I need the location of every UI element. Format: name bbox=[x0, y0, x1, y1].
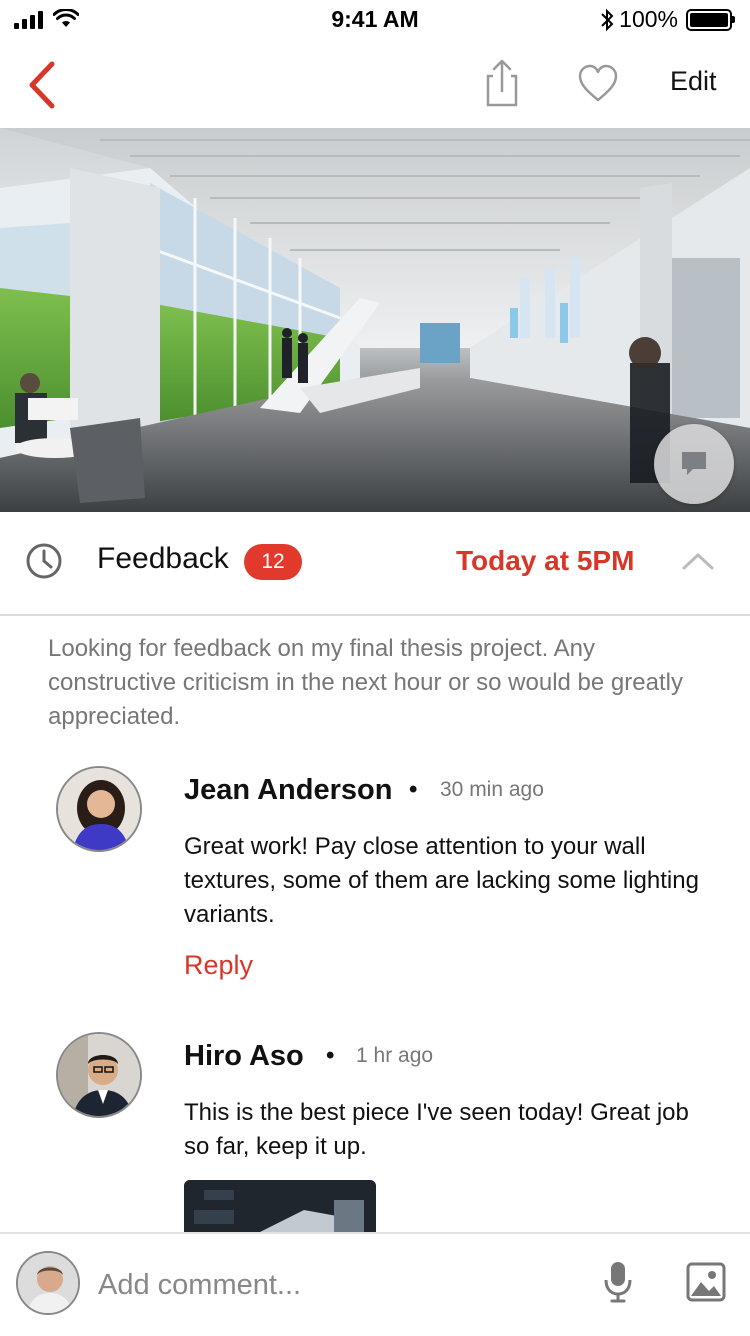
status-bar: 9:41 AM 100% bbox=[0, 0, 750, 40]
person-avatar-image bbox=[58, 768, 140, 850]
comment-attachment-image[interactable] bbox=[184, 1180, 376, 1240]
chevron-up-icon[interactable] bbox=[682, 552, 714, 570]
comment-text: Great work! Pay close attention to your … bbox=[184, 833, 699, 928]
image-icon[interactable] bbox=[686, 1262, 726, 1302]
comment-fab-button[interactable] bbox=[654, 424, 734, 504]
add-comment-input[interactable] bbox=[96, 1262, 570, 1308]
feedback-deadline: Today at 5PM bbox=[456, 545, 635, 576]
favorite-heart-button[interactable] bbox=[576, 62, 620, 106]
feedback-header[interactable]: Feedback 12 Today at 5PM bbox=[0, 512, 750, 616]
navigation-bar: Edit bbox=[0, 40, 750, 128]
comment-time: 1 hr ago bbox=[356, 1044, 434, 1067]
comment-composer bbox=[0, 1232, 750, 1336]
speech-bubble-icon bbox=[682, 452, 706, 475]
comment-author[interactable]: Hiro Aso bbox=[184, 1040, 304, 1073]
battery-icon bbox=[686, 8, 735, 31]
interior-render-illustration bbox=[0, 128, 750, 512]
status-right: 100% bbox=[599, 6, 735, 33]
comment-author[interactable]: Jean Anderson bbox=[184, 774, 392, 807]
current-user-avatar[interactable] bbox=[16, 1251, 80, 1315]
person-avatar-image bbox=[58, 1034, 140, 1116]
comment-time: 30 min ago bbox=[440, 778, 544, 801]
feedback-count-badge: 12 bbox=[244, 544, 302, 580]
microphone-icon[interactable] bbox=[604, 1260, 632, 1304]
battery-percentage: 100% bbox=[619, 6, 678, 32]
feedback-title: Feedback bbox=[97, 542, 229, 575]
share-button[interactable] bbox=[480, 58, 524, 108]
comment-text: This is the best piece I've seen today! … bbox=[184, 1099, 689, 1160]
person-avatar-image bbox=[18, 1253, 78, 1313]
back-button[interactable] bbox=[22, 60, 62, 110]
bluetooth-icon bbox=[601, 8, 614, 31]
edit-button[interactable]: Edit bbox=[670, 66, 717, 97]
separator-dot: • bbox=[409, 776, 418, 803]
avatar[interactable] bbox=[56, 1032, 142, 1118]
project-description: Looking for feedback on my final thesis … bbox=[48, 635, 683, 730]
attachment-thumbnail bbox=[184, 1180, 376, 1240]
project-hero-image[interactable] bbox=[0, 128, 750, 512]
reply-button[interactable]: Reply bbox=[184, 950, 253, 981]
avatar[interactable] bbox=[56, 766, 142, 852]
clock-icon bbox=[26, 543, 62, 579]
separator-dot: • bbox=[326, 1042, 335, 1069]
